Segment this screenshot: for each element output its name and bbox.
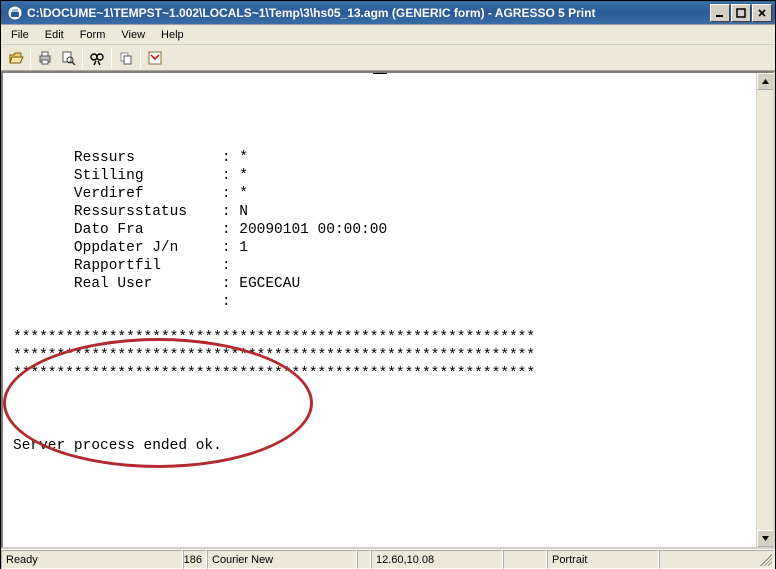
menu-help[interactable]: Help [153,27,192,43]
status-ready: Ready [1,550,183,569]
status-orientation: Portrait [547,550,659,569]
toolbar [1,45,775,71]
menu-file[interactable]: File [3,27,37,43]
menu-view[interactable]: View [113,27,153,43]
copy-button[interactable] [115,47,137,69]
text-caret [373,73,387,74]
toolbar-separator [140,48,141,68]
close-button[interactable] [752,4,772,22]
report-text[interactable]: Ressurs : * Stilling : * Verdiref : * Re… [3,73,756,547]
find-button[interactable] [86,47,108,69]
menu-form[interactable]: Form [72,27,114,43]
status-bar: Ready 186 Courier New 12.60,10.08 Portra… [1,549,775,569]
window-buttons [710,4,772,22]
print-preview-button[interactable] [57,47,79,69]
report-body: Ressurs : * Stilling : * Verdiref : * Re… [13,149,746,455]
resize-grip-icon[interactable] [760,554,772,566]
app-icon [7,5,23,21]
toolbar-separator [111,48,112,68]
scroll-up-button[interactable] [757,73,774,90]
window-title: C:\DOCUME~1\TEMPST~1.002\LOCALS~1\Temp\3… [27,6,710,20]
status-position: 12.60,10.08 [371,550,503,569]
toolbar-separator [30,48,31,68]
print-button[interactable] [34,47,56,69]
toolbar-separator [82,48,83,68]
status-font: Courier New [207,550,357,569]
status-page: 186 [183,550,207,569]
open-button[interactable] [5,47,27,69]
scroll-down-button[interactable] [757,530,774,547]
content-area: Ressurs : * Stilling : * Verdiref : * Re… [1,71,775,549]
minimize-button[interactable] [710,4,730,22]
status-spacer [357,550,371,569]
vertical-scrollbar[interactable] [756,73,773,547]
menu-edit[interactable]: Edit [37,27,72,43]
title-bar: C:\DOCUME~1\TEMPST~1.002\LOCALS~1\Temp\3… [1,1,775,25]
status-grip-area [659,550,775,569]
maximize-button[interactable] [731,4,751,22]
menu-bar: File Edit Form View Help [1,25,775,45]
status-spacer [503,550,547,569]
options-button[interactable] [144,47,166,69]
